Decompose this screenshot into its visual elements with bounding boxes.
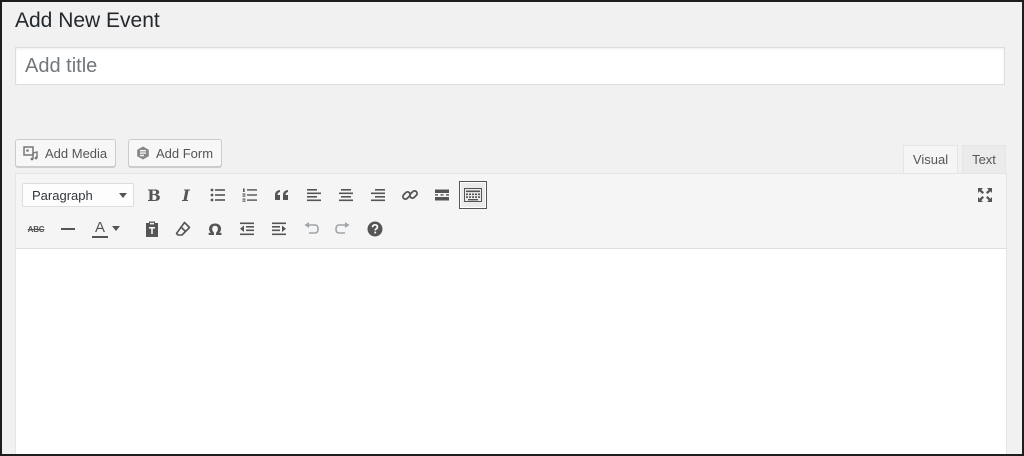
fullscreen-icon [978, 188, 992, 202]
fullscreen-button[interactable] [971, 181, 999, 209]
italic-button[interactable]: I [172, 181, 200, 209]
undo-button[interactable] [297, 215, 325, 243]
editor-toolbar: Paragraph B I ABC A Ω [16, 174, 1006, 249]
numbered-list-button[interactable] [236, 181, 264, 209]
horizontal-line-button[interactable] [54, 215, 82, 243]
text-color-letter: A [94, 218, 105, 236]
chevron-down-icon [119, 193, 127, 198]
strikethrough-button[interactable]: ABC [22, 215, 50, 243]
media-icon [23, 145, 39, 161]
tab-text[interactable]: Text [962, 145, 1006, 173]
bulleted-list-icon [210, 188, 225, 202]
add-media-button[interactable]: Add Media [15, 139, 117, 167]
toolbar-toggle-button[interactable] [459, 181, 487, 209]
strikethrough-icon: ABC [27, 224, 45, 234]
redo-button[interactable] [329, 215, 357, 243]
insert-link-button[interactable] [396, 181, 424, 209]
special-character-button[interactable]: Ω [201, 215, 229, 243]
page-title: Add New Event [15, 9, 160, 32]
bulleted-list-button[interactable] [204, 181, 232, 209]
paragraph-format-select[interactable]: Paragraph [22, 183, 134, 207]
numbered-list-icon [242, 188, 257, 202]
help-button[interactable] [361, 215, 389, 243]
align-right-button[interactable] [364, 181, 392, 209]
align-center-button[interactable] [332, 181, 360, 209]
align-center-icon [339, 189, 353, 202]
tab-visual[interactable]: Visual [903, 145, 958, 173]
blockquote-icon [275, 190, 288, 200]
add-form-button[interactable]: Add Form [128, 139, 223, 167]
text-color-dropdown-icon[interactable] [112, 226, 120, 231]
text-color-button[interactable]: A [86, 215, 114, 243]
add-media-label: Add Media [45, 145, 108, 161]
bold-icon: B [147, 185, 161, 205]
toolbar-toggle-icon [464, 188, 482, 202]
horizontal-line-icon [61, 228, 75, 230]
blockquote-button[interactable] [268, 181, 296, 209]
editor-screen: Add New Event Add Media Add Form Vis [0, 0, 1024, 456]
special-character-icon: Ω [208, 219, 222, 239]
add-form-label: Add Form [156, 145, 214, 161]
align-right-icon [371, 189, 385, 202]
help-icon [367, 221, 383, 237]
link-icon [402, 190, 418, 200]
redo-icon [335, 222, 350, 234]
read-more-button[interactable] [428, 181, 456, 209]
paste-as-text-icon [146, 221, 158, 237]
title-input[interactable] [15, 47, 1005, 85]
indent-icon [272, 222, 286, 236]
editor-content-area[interactable] [16, 249, 1006, 454]
align-left-icon [307, 189, 321, 202]
italic-icon: I [182, 185, 190, 205]
undo-icon [304, 222, 319, 234]
clear-formatting-icon [175, 221, 191, 236]
format-select-value: Paragraph [32, 187, 93, 203]
read-more-icon [435, 189, 449, 201]
outdent-icon [240, 222, 254, 236]
clear-formatting-button[interactable] [169, 215, 197, 243]
text-color-icon: A [92, 218, 108, 238]
form-icon [136, 146, 150, 160]
outdent-button[interactable] [233, 215, 261, 243]
editor: Paragraph B I ABC A Ω [15, 173, 1007, 454]
align-left-button[interactable] [300, 181, 328, 209]
bold-button[interactable]: B [140, 181, 168, 209]
paste-as-text-button[interactable] [138, 215, 166, 243]
indent-button[interactable] [265, 215, 293, 243]
